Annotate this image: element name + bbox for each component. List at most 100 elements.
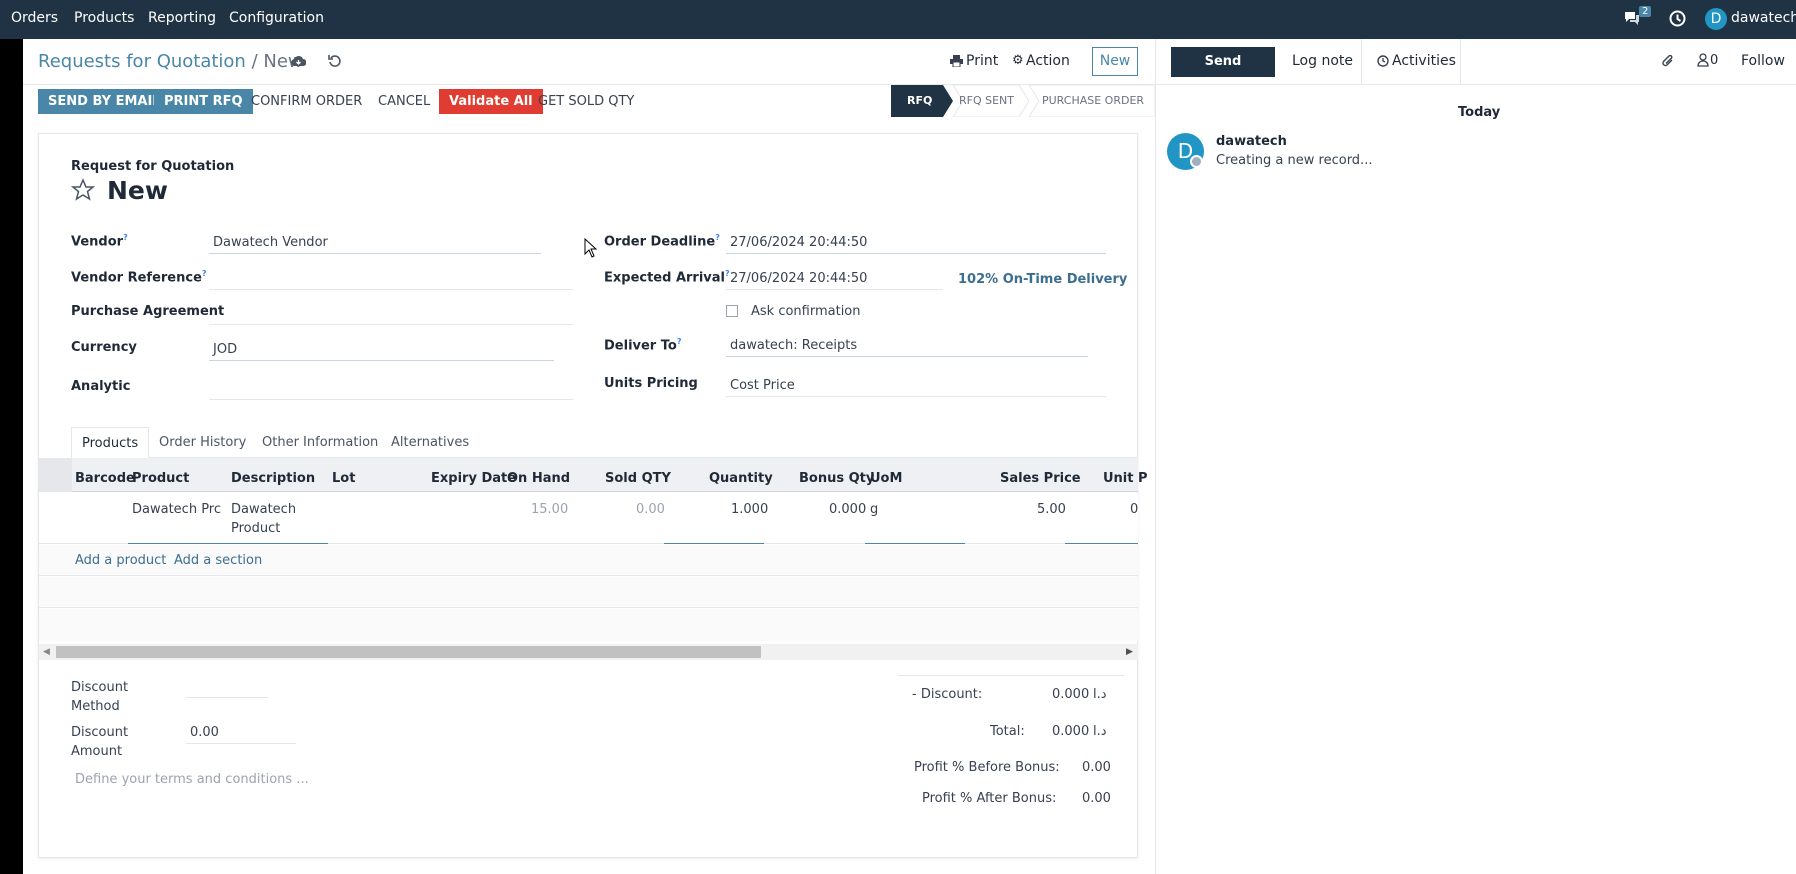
send-message-button[interactable]: Send message [1171,47,1275,99]
breadcrumb-separator: / [251,51,258,72]
quantity-underline [664,543,764,544]
totals-divider [898,675,1124,676]
menu-configuration[interactable]: Configuration [229,10,324,26]
scroll-left-icon[interactable]: ◀ [43,647,50,657]
tab-products[interactable]: Products [71,427,150,458]
col-on-hand[interactable]: On Hand [507,466,570,492]
col-expiry-date[interactable]: Expiry Date [431,466,516,492]
clock-icon[interactable] [1669,10,1686,31]
col-unit-price[interactable]: Unit P [1103,466,1148,492]
confirm-order-button[interactable]: CONFIRM ORDER [251,89,362,114]
discount-amount-field[interactable]: 0.00 [186,722,296,744]
cell-description-1[interactable]: Dawatech [231,502,296,517]
discount-method-field[interactable] [186,697,268,698]
cell-on-hand: 15.00 [531,502,569,517]
add-section-link[interactable]: Add a section [174,553,262,568]
print-button[interactable]: Print [966,53,998,69]
paperclip-icon[interactable] [1661,53,1675,73]
col-barcode[interactable]: Barcode [75,466,135,492]
discount-amount-label: Discount Amount [71,725,129,759]
menu-orders[interactable]: Orders [11,10,58,26]
cell-unit-price[interactable]: 0 [1130,502,1138,517]
total-value: 0.000 [1052,724,1090,739]
menu-reporting[interactable]: Reporting [148,10,216,26]
message-body: Creating a new record... [1216,153,1373,168]
gear-icon: ⚙ [1012,53,1024,68]
send-by-email-button[interactable]: SEND BY EMAIL [38,89,171,114]
table-row[interactable] [39,493,1138,544]
breadcrumb-parent[interactable]: Requests for Quotation [38,51,246,72]
chatter-tab-divider [1460,39,1461,84]
star-icon[interactable] [70,178,96,206]
order-deadline-field[interactable]: 27/06/2024 20:44:50 [726,232,1106,254]
col-product[interactable]: Product [132,466,189,492]
vendor-reference-label: Vendor Reference? [71,269,207,286]
purchase-agreement-field[interactable] [209,303,573,325]
mouse-cursor-icon [584,237,598,262]
col-quantity[interactable]: Quantity [709,466,773,492]
currency-label: Currency [71,340,137,355]
log-note-button[interactable]: Log note [1292,53,1353,69]
vendor-field[interactable]: Dawatech Vendor [209,232,541,254]
cell-sales-price[interactable]: 5.00 [1037,502,1066,517]
cell-uom[interactable]: g [870,502,878,517]
profit-before-bonus-label: Profit % Before Bonus: [914,760,1060,775]
tab-alternatives[interactable]: Alternatives [381,427,479,458]
currency-symbol: د.ا [1093,724,1107,739]
followers-count[interactable]: 0 [1710,53,1718,68]
discount-total-value: 0.000 [1052,687,1090,702]
discard-undo-icon[interactable] [328,54,342,72]
action-button[interactable]: Action [1026,53,1070,69]
cancel-button[interactable]: CANCEL [378,89,430,114]
save-cloud-icon[interactable] [291,55,307,71]
print-rfq-button[interactable]: PRINT RFQ [154,89,253,114]
validate-all-button[interactable]: Validate All [439,89,543,114]
uom-underline [865,543,965,544]
top-navbar: Orders Products Reporting Configuration … [0,0,1796,39]
analytic-field[interactable] [209,378,573,400]
activities-button[interactable]: Activities [1392,53,1456,69]
status-purchase-order[interactable]: PURCHASE ORDER [1042,85,1144,117]
units-pricing-field[interactable]: Cost Price [726,375,1106,397]
currency-field[interactable]: JOD [209,339,554,361]
scrollbar-thumb[interactable] [56,646,761,658]
new-record-button[interactable]: New [1092,47,1138,76]
deliver-to-label: Deliver To? [604,337,682,354]
add-product-link[interactable]: Add a product [75,553,166,568]
terms-textarea[interactable]: Define your terms and conditions ... [75,772,309,787]
expected-arrival-field[interactable]: 27/06/2024 20:44:50 [726,268,943,290]
empty-row [39,609,1138,641]
cell-bonus-qty[interactable]: 0.000 [829,502,866,517]
scroll-right-icon[interactable]: ▶ [1126,647,1133,657]
tab-other-information[interactable]: Other Information [252,427,388,458]
unit-price-underline [1065,543,1138,544]
record-name: New [107,176,168,205]
tab-order-history[interactable]: Order History [149,427,256,458]
analytic-label: Analytic [71,379,131,394]
cell-product[interactable]: Dawatech Prc [132,502,221,517]
col-description[interactable]: Description [231,466,315,492]
purchase-agreement-label: Purchase Agreement [71,304,225,319]
get-sold-qty-button[interactable]: GET SOLD QTY [538,89,634,114]
user-name[interactable]: dawatech [1731,10,1796,26]
document-type-label: Request for Quotation [71,159,235,174]
ask-confirmation-label: Ask confirmation [751,304,861,319]
vendor-reference-field[interactable] [209,268,573,290]
follow-button[interactable]: Follow [1741,53,1785,69]
menu-products[interactable]: Products [74,10,134,26]
cell-quantity[interactable]: 1.000 [731,502,768,517]
status-rfq-sent[interactable]: RFQ SENT [959,85,1014,117]
user-avatar[interactable]: D [1705,8,1727,30]
deliver-to-field[interactable]: dawatech: Receipts [726,335,1088,357]
cell-description-2[interactable]: Product [231,521,280,536]
followers-icon[interactable] [1697,53,1709,71]
on-time-delivery-button[interactable]: 102% On-Time Delivery [958,272,1127,287]
col-lot[interactable]: Lot [332,466,355,492]
col-uom[interactable]: UoM [870,466,902,492]
col-sold-qty[interactable]: Sold QTY [605,466,671,492]
profit-before-bonus-value: 0.00 [1082,760,1111,775]
message-author[interactable]: dawatech [1216,134,1287,149]
col-bonus-qty[interactable]: Bonus Qty [799,466,874,492]
col-sales-price[interactable]: Sales Price [1000,466,1081,492]
ask-confirmation-checkbox[interactable] [726,305,738,317]
